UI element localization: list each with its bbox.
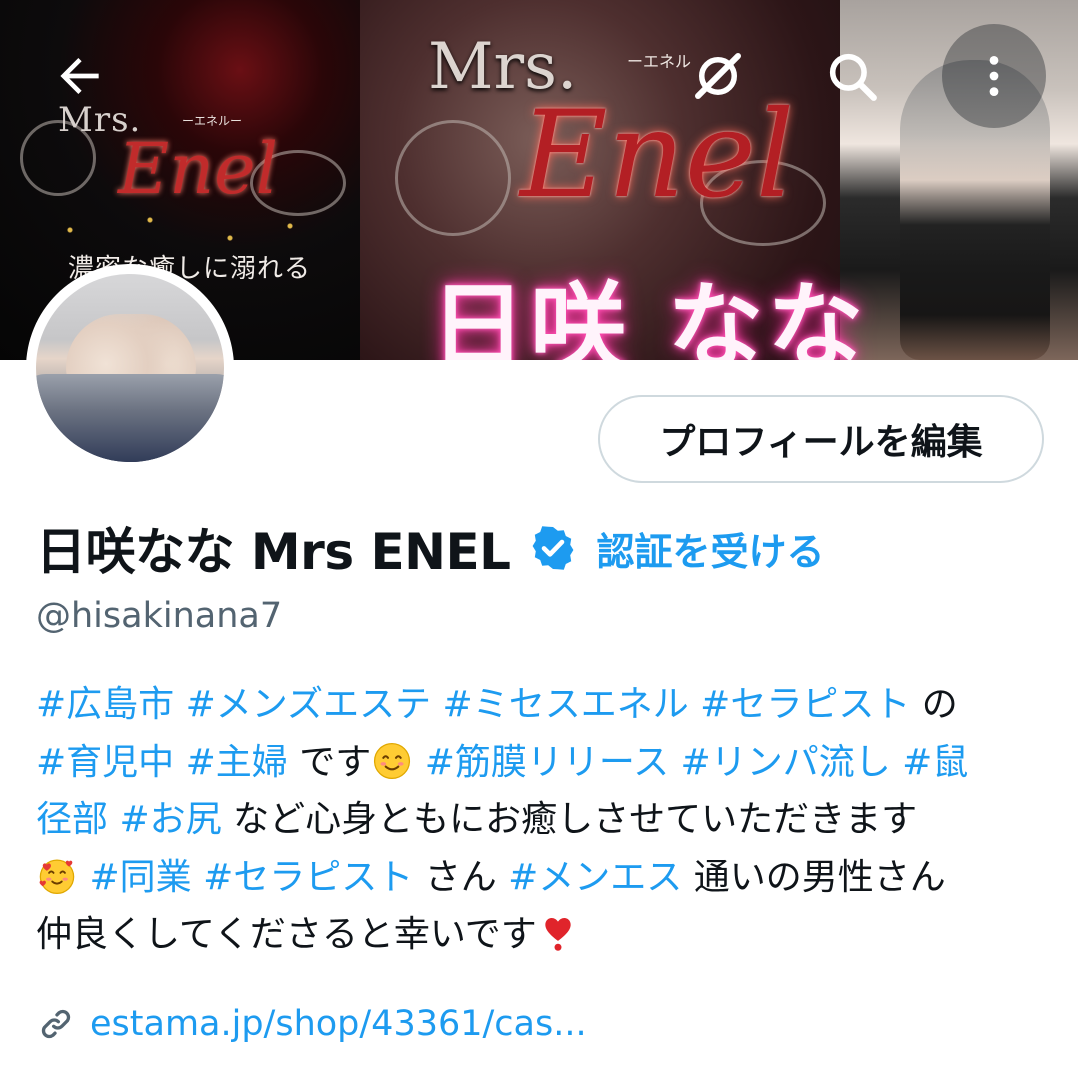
bio-text: です [287,741,372,783]
banner-name-text: 日咲 なな [430,272,868,360]
hashtag-link[interactable]: #同業 [89,857,191,898]
display-name: 日咲なな Mrs ENEL [36,523,511,581]
profile-link-text[interactable]: estama.jp/shop/43361/cas... [90,1004,587,1044]
search-button[interactable] [800,24,904,128]
more-button[interactable] [942,24,1046,128]
hashtag-link[interactable]: #お尻 [119,799,221,840]
banner-ornament [395,120,511,236]
avatar[interactable] [26,264,234,472]
hashtag-link[interactable]: #セラピスト [700,684,910,725]
edit-profile-button[interactable]: プロフィールを編集 [598,395,1044,483]
bio-line: 仲良くしてくださると幸いです [36,906,1046,964]
banner-sparkles [30,210,330,250]
more-vertical-icon [989,56,999,96]
bio-text: の [910,684,958,725]
hashtag-link[interactable]: #ミセスエネル [443,684,689,725]
bio-line: 径部 #お尻 など心身ともにお癒しさせていただきます [36,791,1046,849]
hashtag-link[interactable]: #筋膜リリース [425,742,669,783]
arrow-left-icon [60,58,99,94]
link-icon [41,1009,71,1039]
bio-text: 仲良くしてくださると幸いです [36,914,537,955]
search-icon [829,53,877,101]
bio-text [174,742,185,783]
hashtag-link[interactable]: #セラピスト [203,857,413,898]
bio-text [108,799,119,840]
user-handle: @hisakinana7 [36,596,283,636]
back-button[interactable] [28,24,132,128]
hashtag-link[interactable]: #広島市 [36,684,174,725]
hidden-button[interactable] [666,24,770,128]
smiling-face-emoji [373,740,411,779]
bio-text [78,857,89,898]
bio-line: #育児中 #主婦 です #筋膜リリース #リンパ流し #鼠 [36,734,1046,792]
banner-left-logo-script: Enel [118,128,278,210]
hashtag-link[interactable]: #育児中 [36,742,174,783]
hashtag-link[interactable]: 径部 [36,799,108,840]
hashtag-link[interactable]: #メンエス [508,857,682,898]
bio: #広島市 #メンズエステ #ミセスエネル #セラピスト の #育児中 #主婦 で… [36,676,1046,964]
profile-link[interactable]: estama.jp/shop/43361/cas... [36,1000,587,1048]
bio-text [413,742,424,783]
bio-text [192,857,203,898]
bio-text [669,742,680,783]
bio-text [891,742,902,783]
bio-text [689,684,700,725]
name-row: 日咲なな Mrs ENEL 認証を受ける [36,516,825,581]
verified-badge-icon[interactable] [529,524,577,572]
smiling-face-with-hearts-emoji [38,855,76,894]
bio-text: など心身ともにお癒しさせていただきます [221,799,918,840]
bio-text: 通いの男性さん [682,856,946,898]
hashtag-link[interactable]: #鼠 [902,742,968,783]
hashtag-link[interactable]: #リンパ流し [681,742,891,783]
hashtag-link[interactable]: #主婦 [186,742,288,783]
avatar-photo-detail [36,374,224,462]
bio-text [174,684,185,725]
hashtag-link[interactable]: #メンズエステ [186,684,431,725]
bio-text: さん [413,856,509,898]
banner-left-logo-kana: ーエネルー [182,114,243,128]
heart-exclamation-emoji [539,912,577,951]
bio-line: #広島市 #メンズエステ #ミセスエネル #セラピスト の [36,676,1046,734]
bio-line: #同業 #セラピスト さん #メンエス 通いの男性さん [36,849,1046,907]
bio-text [431,684,442,725]
get-verified-link[interactable]: 認証を受ける [597,521,825,576]
eye-slash-icon [695,53,741,99]
avatar-image [36,274,224,462]
